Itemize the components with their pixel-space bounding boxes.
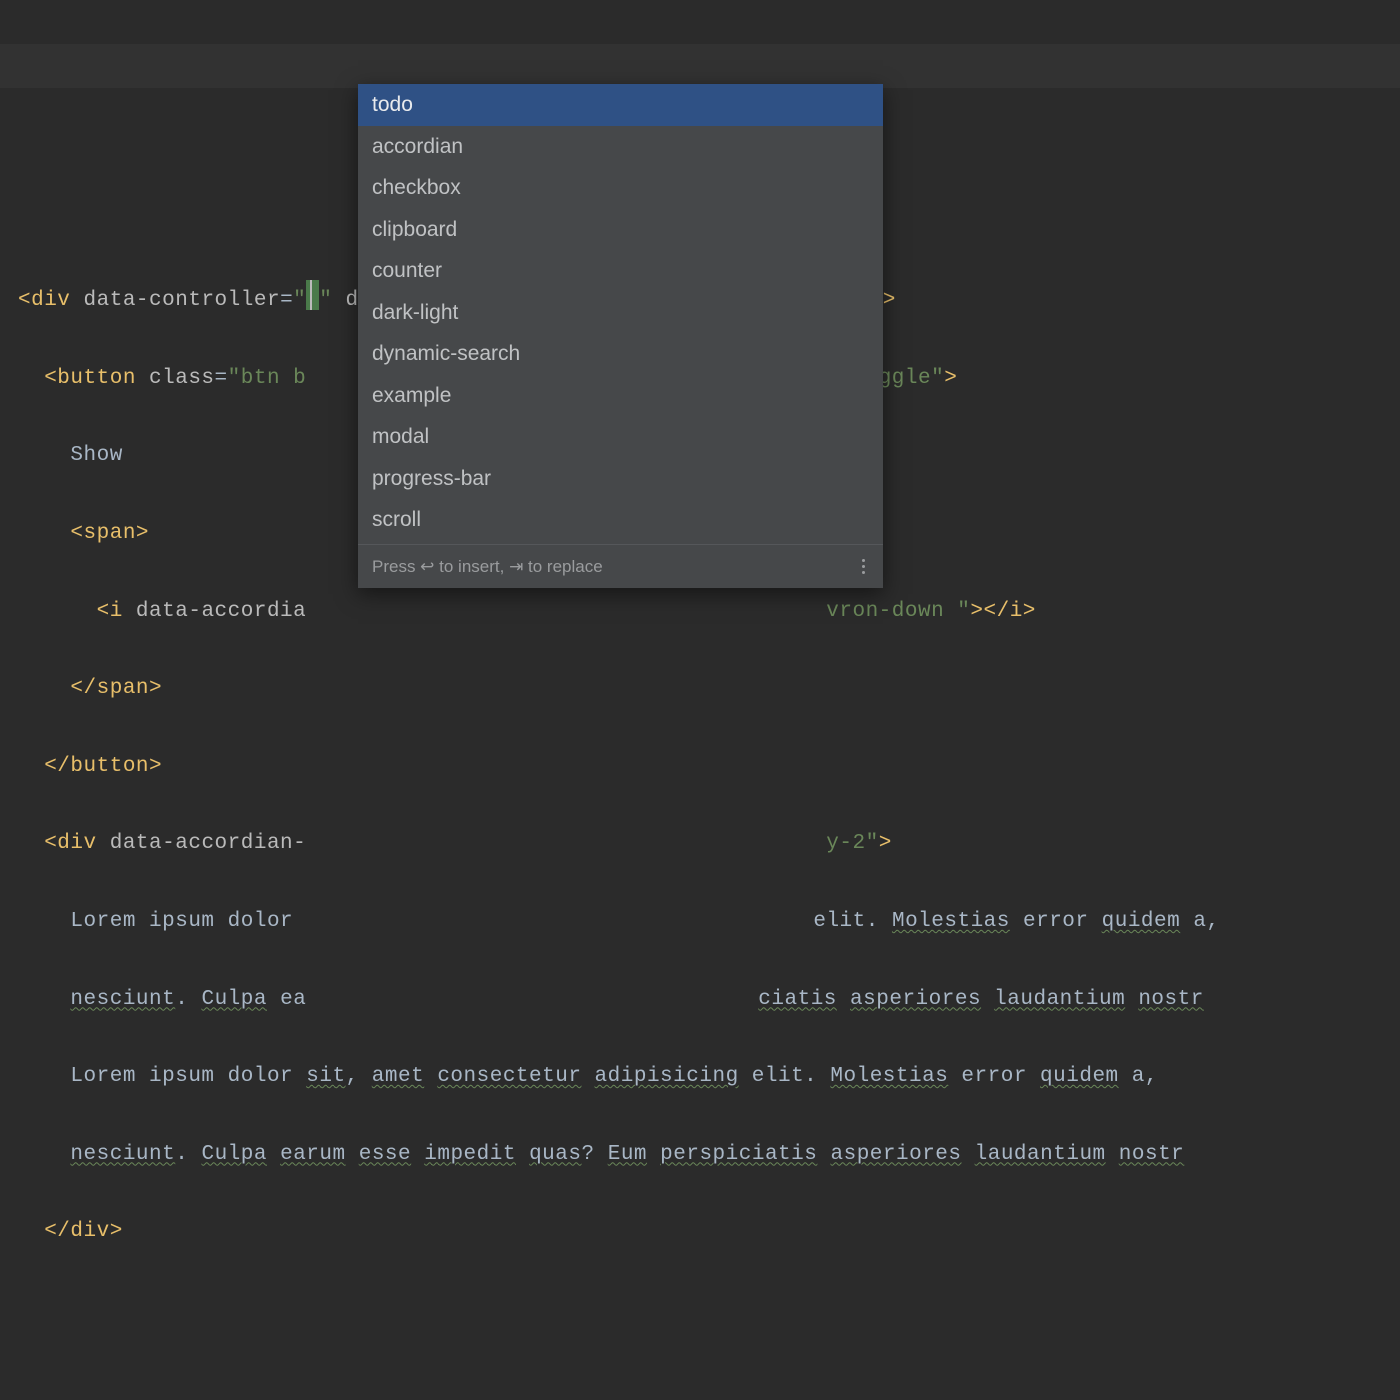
autocomplete-item[interactable]: example: [358, 375, 883, 417]
autocomplete-hint-bar: Press ↩ to insert, ⇥ to replace: [358, 544, 883, 588]
autocomplete-item[interactable]: dynamic-search: [358, 333, 883, 375]
autocomplete-item[interactable]: progress-bar: [358, 458, 883, 500]
autocomplete-item[interactable]: accordian: [358, 126, 883, 168]
code-line[interactable]: Lorem ipsum dolor elit. Molestias error …: [18, 900, 1400, 944]
autocomplete-item[interactable]: clipboard: [358, 209, 883, 251]
code-line[interactable]: nesciunt. Culpa eaciatis asperiores laud…: [18, 978, 1400, 1022]
code-line[interactable]: <i data-accordiavron-down "></i>: [18, 590, 1400, 634]
current-line-highlight: [0, 44, 1400, 88]
autocomplete-item[interactable]: checkbox: [358, 167, 883, 209]
autocomplete-hint-text: Press ↩ to insert, ⇥ to replace: [372, 553, 603, 580]
autocomplete-popup: todo accordian checkbox clipboard counte…: [358, 84, 883, 588]
autocomplete-item[interactable]: todo: [358, 84, 883, 126]
more-options-icon[interactable]: [858, 555, 869, 578]
code-line[interactable]: nesciunt. Culpa earum esse impedit quas?…: [18, 1133, 1400, 1177]
autocomplete-item[interactable]: modal: [358, 416, 883, 458]
autocomplete-item[interactable]: scroll: [358, 499, 883, 541]
code-line[interactable]: <div data-accordian-y-2">: [18, 822, 1400, 866]
code-line[interactable]: </span>: [18, 667, 1400, 711]
autocomplete-item[interactable]: counter: [358, 250, 883, 292]
text-caret: [306, 280, 319, 310]
code-line[interactable]: </button>: [18, 745, 1400, 789]
autocomplete-list: todo accordian checkbox clipboard counte…: [358, 84, 883, 544]
autocomplete-item[interactable]: dark-light: [358, 292, 883, 334]
code-line[interactable]: </div>: [18, 1210, 1400, 1254]
code-line[interactable]: Lorem ipsum dolor sit, amet consectetur …: [18, 1055, 1400, 1099]
